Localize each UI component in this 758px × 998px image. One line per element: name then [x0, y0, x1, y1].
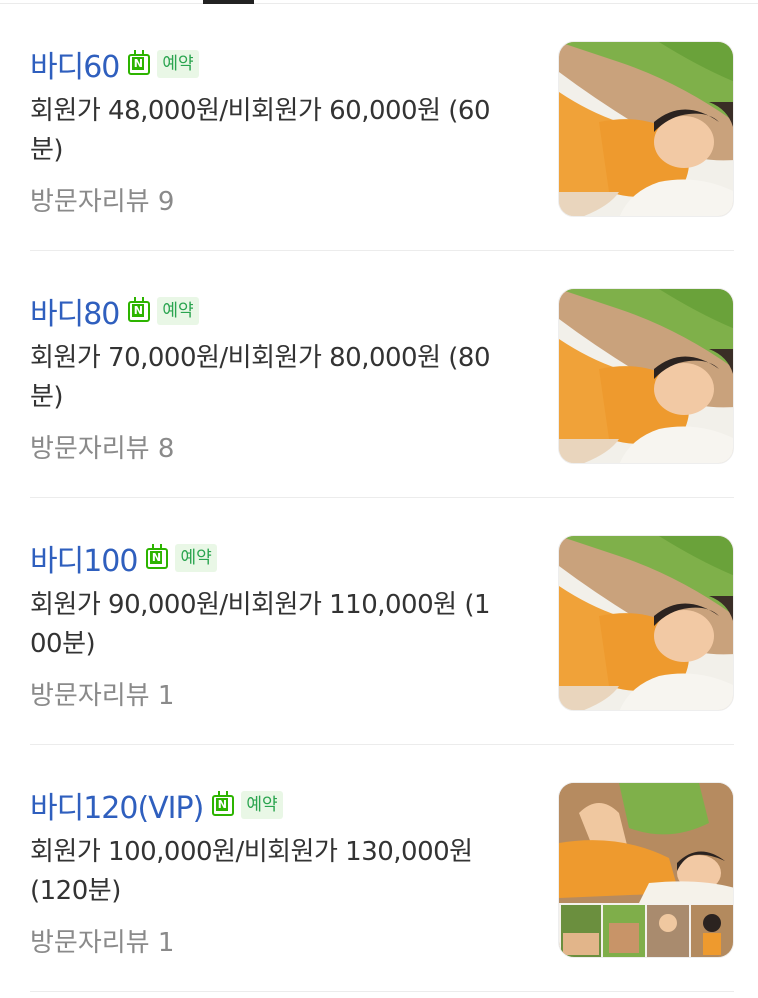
booking-badge[interactable]: 예약: [241, 791, 283, 819]
price-line-cont: 00분): [30, 629, 96, 659]
visitor-review-count[interactable]: 방문자리뷰 1: [30, 925, 174, 961]
massage-photo-thumbnail[interactable]: [558, 535, 734, 711]
price-line: 회원가 100,000원/비회원가 130,000원: [30, 837, 473, 867]
booking-badge[interactable]: 예약: [175, 544, 217, 572]
price-line-cont: 분): [30, 135, 64, 165]
title-row: 바디80 N 예약: [30, 289, 199, 333]
menu-title[interactable]: 바디80: [30, 289, 120, 333]
massage-photo: [559, 289, 733, 463]
booking-badge[interactable]: 예약: [157, 50, 199, 78]
massage-photo-thumbnail[interactable]: [558, 288, 734, 464]
visitor-review-count[interactable]: 방문자리뷰 8: [30, 431, 174, 467]
massage-photo-thumbnail[interactable]: [558, 41, 734, 217]
price-line: 회원가 48,000원/비회원가 60,000원 (60: [30, 96, 491, 126]
price-description: 회원가 70,000원/비회원가 80,000원 (80 분): [30, 339, 530, 417]
price-line: 회원가 90,000원/비회원가 110,000원 (1: [30, 590, 491, 620]
price-line: 회원가 70,000원/비회원가 80,000원 (80: [30, 343, 491, 373]
price-line-cont: 분): [30, 382, 64, 412]
price-description: 회원가 100,000원/비회원가 130,000원 (120분): [30, 833, 530, 911]
menu-title[interactable]: 바디120(VIP): [30, 783, 204, 827]
naver-booking-icon[interactable]: N: [145, 544, 171, 571]
price-line-cont: (120분): [30, 876, 121, 906]
menu-title[interactable]: 바디100: [30, 536, 138, 580]
massage-photo: [559, 536, 733, 710]
visitor-review-count[interactable]: 방문자리뷰 1: [30, 678, 174, 714]
title-row: 바디60 N 예약: [30, 42, 199, 86]
price-description: 회원가 48,000원/비회원가 60,000원 (60 분): [30, 92, 530, 170]
title-row: 바디120(VIP) N 예약: [30, 783, 283, 827]
menu-item[interactable]: 바디80 N 예약 회원가 70,000원/비회원가 80,000원 (80 분…: [30, 251, 734, 498]
naver-booking-icon[interactable]: N: [127, 297, 153, 324]
massage-photo: [559, 42, 733, 216]
naver-booking-icon[interactable]: N: [211, 791, 237, 818]
naver-booking-icon[interactable]: N: [127, 50, 153, 77]
visitor-review-count[interactable]: 방문자리뷰 9: [30, 184, 174, 220]
title-row: 바디100 N 예약: [30, 536, 217, 580]
booking-badge[interactable]: 예약: [157, 297, 199, 325]
menu-title[interactable]: 바디60: [30, 42, 120, 86]
price-description: 회원가 90,000원/비회원가 110,000원 (1 00분): [30, 586, 530, 664]
menu-item[interactable]: 바디60 N 예약 회원가 48,000원/비회원가 60,000원 (60 분…: [30, 4, 734, 251]
menu-item[interactable]: 바디100 N 예약 회원가 90,000원/비회원가 110,000원 (1 …: [30, 498, 734, 745]
massage-collage-thumbnail[interactable]: [558, 782, 734, 958]
menu-item[interactable]: 바디120(VIP) N 예약 회원가 100,000원/비회원가 130,00…: [30, 745, 734, 992]
massage-collage: [559, 783, 733, 957]
